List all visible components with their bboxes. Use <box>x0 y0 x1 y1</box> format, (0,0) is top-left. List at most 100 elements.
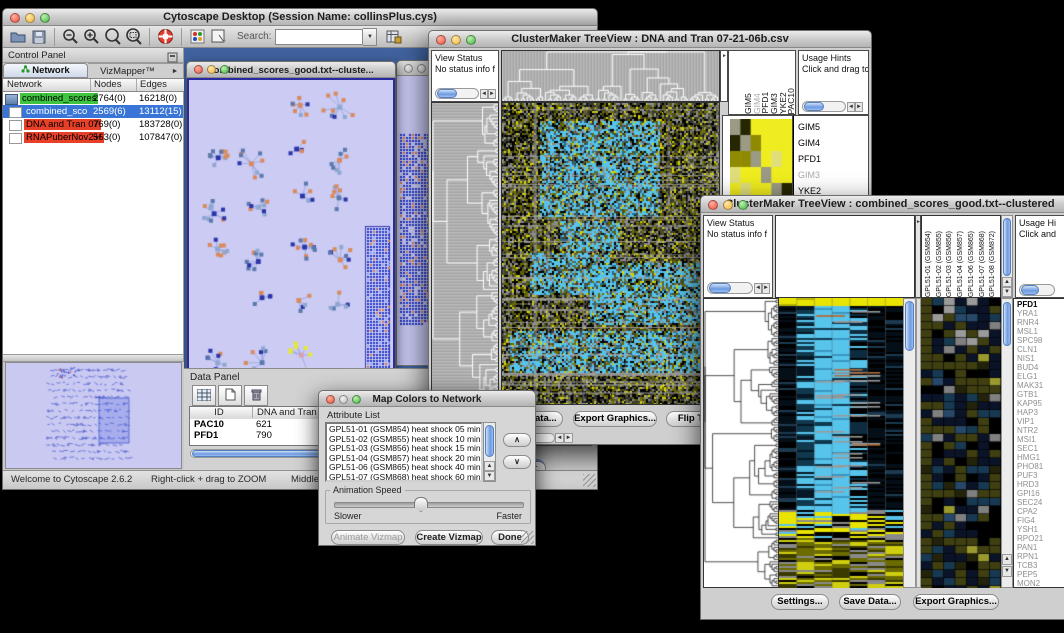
network-table-row[interactable]: DNA and Tran 07769(0)183728(0) <box>3 118 183 131</box>
scroll-right-button[interactable]: ► <box>762 283 770 294</box>
network-overview-panel[interactable] <box>5 362 182 469</box>
overview-divider[interactable] <box>3 354 184 362</box>
tv2-heatmap-vscrollbar[interactable] <box>903 298 916 588</box>
gene-list-item[interactable]: PHO81 <box>1017 462 1064 471</box>
close-button[interactable] <box>708 200 718 210</box>
network-overview-canvas[interactable] <box>6 363 181 468</box>
gene-list-item[interactable]: YSH1 <box>1017 525 1064 534</box>
gene-list-item[interactable]: TCB3 <box>1017 561 1064 570</box>
network-canvas-1[interactable] <box>189 80 393 368</box>
tv2-zoom-heatmap[interactable] <box>921 298 1001 588</box>
delete-attribute-icon[interactable] <box>244 385 268 406</box>
scroll-right-button[interactable]: ► <box>564 433 573 443</box>
gene-list-item[interactable]: PEP5 <box>1017 570 1064 579</box>
network-view-window-1[interactable]: combined_scores_good.txt--cluste... <box>186 61 396 368</box>
gene-list-item[interactable]: FIG4 <box>1017 516 1064 525</box>
move-down-button[interactable]: ∨ <box>503 455 531 469</box>
gene-list-item[interactable]: HAP3 <box>1017 408 1064 417</box>
main-title-bar[interactable]: Cytoscape Desktop (Session Name: collins… <box>2 8 598 26</box>
tv1-zoom-row-label[interactable]: GIM5 <box>798 119 868 135</box>
annotation-icon[interactable] <box>208 27 229 46</box>
gene-list-item[interactable]: MON2 <box>1017 579 1064 588</box>
scroll-down-button[interactable]: ▼ <box>1002 566 1012 577</box>
tv1-usage-hints-scrollbar[interactable] <box>802 101 846 112</box>
zoom-button[interactable] <box>466 35 476 45</box>
table-mode-icon[interactable] <box>192 385 216 406</box>
treeview1-title-bar[interactable]: ClusterMaker TreeView : DNA and Tran 07-… <box>428 30 872 48</box>
tv2-save-data-button[interactable]: Save Data... <box>839 594 901 610</box>
resize-grip[interactable] <box>583 474 596 487</box>
zoom-out-icon[interactable] <box>60 27 81 46</box>
new-attribute-icon[interactable] <box>218 385 242 406</box>
scroll-up-button[interactable]: ▲ <box>1002 554 1012 565</box>
tv1-column-dendrogram[interactable] <box>501 50 720 102</box>
tv2-labels-vscrollbar[interactable]: ▲ ▼ <box>1001 215 1013 298</box>
gene-list-item[interactable]: SPC98 <box>1017 336 1064 345</box>
tv1-header-splitter[interactable]: ► <box>720 50 728 102</box>
network-table-row[interactable]: combined_scores2764(0)16218(0) <box>3 92 183 105</box>
create-vizmap-button[interactable]: Create Vizmap <box>415 530 483 545</box>
dialog-title-bar[interactable]: Map Colors to Network <box>318 390 536 407</box>
zoom-button[interactable] <box>738 200 748 210</box>
search-input[interactable] <box>275 29 363 45</box>
gene-list-item[interactable]: MAK31 <box>1017 381 1064 390</box>
gene-list-item[interactable]: PFD1 <box>1017 300 1064 309</box>
zoom-in-icon[interactable] <box>81 27 102 46</box>
scroll-down-button[interactable]: ▼ <box>1002 287 1012 297</box>
gene-list-item[interactable]: SEC1 <box>1017 444 1064 453</box>
attribute-listbox[interactable]: GPL51-01 (GSM854) heat shock 05 minGPL51… <box>325 422 483 482</box>
minimize-button[interactable] <box>723 200 733 210</box>
tv2-export-graphics-button[interactable]: Export Graphics... <box>913 594 999 610</box>
resize-grip[interactable] <box>521 531 534 544</box>
tv1-zoom-row-label[interactable]: GIM3 <box>798 167 868 183</box>
speed-slider-track[interactable] <box>334 502 524 508</box>
gene-list-item[interactable]: PUF3 <box>1017 471 1064 480</box>
gene-list-item[interactable]: RPN1 <box>1017 552 1064 561</box>
gene-list-item[interactable]: YRA1 <box>1017 309 1064 318</box>
close-button[interactable] <box>404 64 413 73</box>
zoom-selected-icon[interactable] <box>102 27 123 46</box>
tv2-column-tree-area[interactable] <box>775 215 915 298</box>
zoom-button[interactable] <box>40 13 50 23</box>
scroll-right-button[interactable]: ► <box>855 102 863 112</box>
minimize-button[interactable] <box>417 64 426 73</box>
attribute-list-item[interactable]: GPL51-07 (GSM868) heat shock 60 min <box>329 473 479 483</box>
zoom-button[interactable] <box>352 395 361 404</box>
gene-list-item[interactable]: CPA2 <box>1017 507 1064 516</box>
tab-network[interactable]: Network <box>3 63 88 78</box>
network-table-row[interactable]: RNAPuberNov2+!563(0)107847(0) <box>3 131 183 144</box>
attribute-browser-icon[interactable] <box>383 27 404 46</box>
attribute-list-scrollbar[interactable]: ▲ ▼ <box>483 422 496 482</box>
tv2-zoom-vscrollbar[interactable]: ▲ ▼ <box>1001 298 1013 588</box>
tab-overflow-arrow[interactable]: ► <box>167 63 183 78</box>
gene-list-item[interactable]: KAP95 <box>1017 399 1064 408</box>
search-dropdown-button[interactable]: ▼ <box>363 28 377 46</box>
tv1-heatmap[interactable] <box>501 102 720 405</box>
gene-list-item[interactable]: RPO21 <box>1017 534 1064 543</box>
scroll-left-button[interactable]: ◄ <box>754 283 762 294</box>
minimize-button[interactable] <box>25 13 35 23</box>
gene-list-item[interactable]: GTB1 <box>1017 390 1064 399</box>
gene-list-item[interactable]: SEC24 <box>1017 498 1064 507</box>
zoom-button[interactable] <box>220 65 229 74</box>
tv2-settings-button[interactable]: Settings... <box>771 594 829 610</box>
close-button[interactable] <box>326 395 335 404</box>
close-button[interactable] <box>10 13 20 23</box>
gene-list-item[interactable]: HRD3 <box>1017 480 1064 489</box>
minimize-button[interactable] <box>451 35 461 45</box>
scroll-right-button[interactable]: ► <box>488 89 496 99</box>
minimize-button[interactable] <box>207 65 216 74</box>
close-button[interactable] <box>436 35 446 45</box>
scroll-left-button[interactable]: ◄ <box>555 433 564 443</box>
tv1-row-dendrogram[interactable] <box>431 102 499 405</box>
gene-list-item[interactable]: VIP1 <box>1017 417 1064 426</box>
zoom-fit-icon[interactable] <box>123 27 144 46</box>
network-table-empty[interactable] <box>3 144 184 354</box>
move-up-button[interactable]: ∧ <box>503 433 531 447</box>
gene-list-item[interactable]: MSI1 <box>1017 435 1064 444</box>
gene-list-item[interactable]: NIS1 <box>1017 354 1064 363</box>
gene-list-item[interactable]: RNR4 <box>1017 318 1064 327</box>
save-icon[interactable] <box>28 27 49 46</box>
tv1-zoom-row-label[interactable]: GIM4 <box>798 135 868 151</box>
treeview2-title-bar[interactable]: ClusterMaker TreeView : combined_scores_… <box>700 195 1064 213</box>
